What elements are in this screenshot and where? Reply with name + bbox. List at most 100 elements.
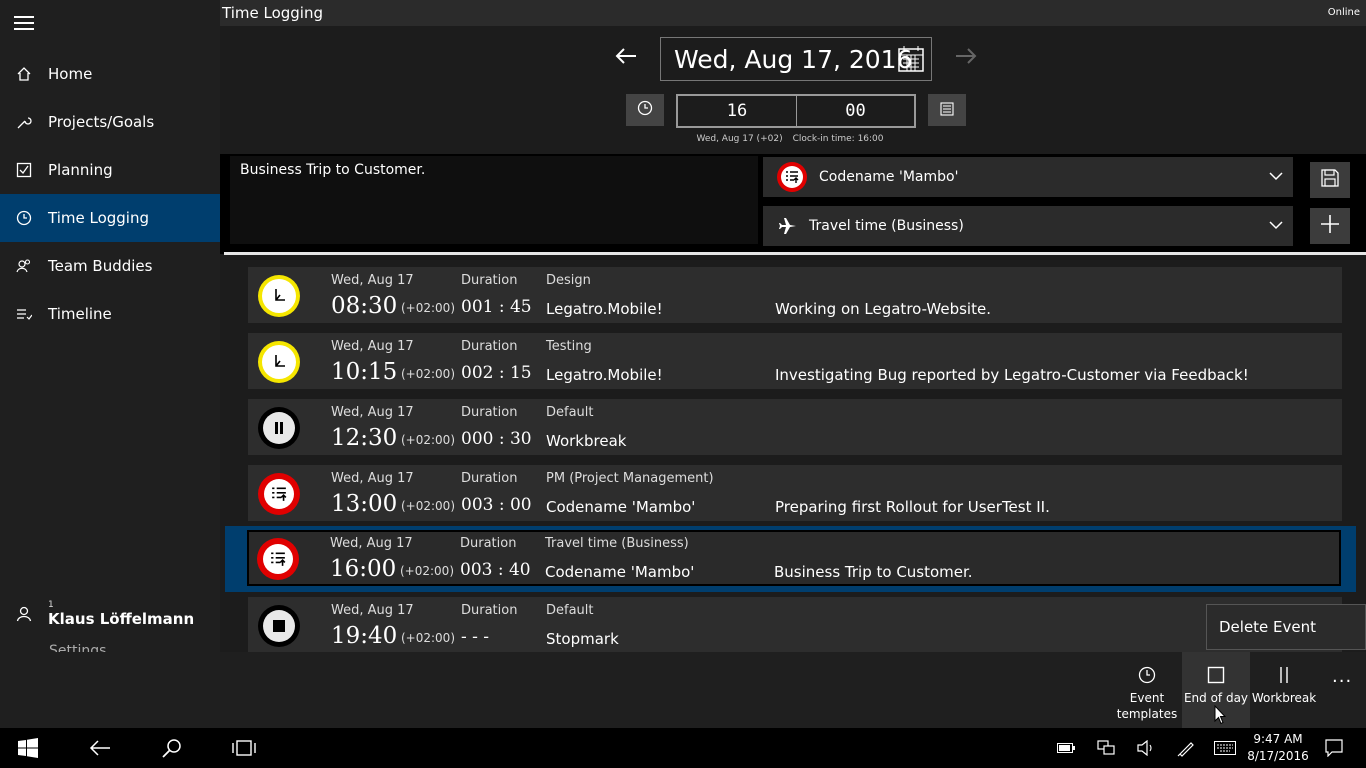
calculator-button[interactable] bbox=[928, 94, 966, 126]
event-editor: Business Trip to Customer. Codename 'Mam… bbox=[220, 154, 1366, 254]
category-select[interactable]: Travel time (Business) bbox=[763, 206, 1293, 246]
battery-icon[interactable] bbox=[1052, 728, 1080, 768]
clock-icon bbox=[637, 100, 653, 120]
clock-icon bbox=[1138, 666, 1156, 690]
hamburger-menu-icon[interactable] bbox=[14, 16, 34, 32]
end-of-day-label: End of day bbox=[1183, 691, 1249, 705]
event-row[interactable]: Wed, Aug 17 13:00 (+02:00) Duration 003 … bbox=[248, 465, 1342, 521]
next-day-arrow-icon[interactable] bbox=[954, 43, 978, 73]
save-icon bbox=[1320, 168, 1340, 192]
pause-icon bbox=[1275, 666, 1293, 690]
back-arrow-icon[interactable] bbox=[78, 728, 122, 768]
event-row-selected[interactable]: Wed, Aug 17 16:00 (+02:00) Duration 003 … bbox=[225, 526, 1356, 592]
event-project: Codename 'Mambo' bbox=[546, 498, 696, 516]
plus-icon bbox=[1320, 214, 1340, 238]
hours-field[interactable]: 16 bbox=[678, 96, 796, 126]
event-note: Working on Legatro-Website. bbox=[775, 300, 991, 318]
stop-icon bbox=[258, 605, 300, 647]
date-picker[interactable]: Wed, Aug 17, 2016 bbox=[660, 37, 932, 81]
event-start-time: 08:30 bbox=[331, 293, 398, 319]
pen-ink-icon[interactable] bbox=[1172, 728, 1200, 768]
now-button[interactable] bbox=[626, 94, 664, 126]
current-date: Wed, Aug 17, 2016 bbox=[674, 44, 913, 74]
event-category: Default bbox=[546, 603, 594, 618]
sidebar-item-planning[interactable]: Planning bbox=[0, 146, 220, 194]
event-category: Design bbox=[546, 273, 591, 288]
event-templates-button[interactable]: Event templates bbox=[1114, 652, 1180, 728]
sidebar-item-settings[interactable]: Settings bbox=[49, 644, 106, 652]
event-date: Wed, Aug 17 bbox=[330, 536, 413, 551]
event-category: PM (Project Management) bbox=[546, 471, 714, 486]
calendar-icon bbox=[897, 45, 925, 77]
mouse-pointer-icon bbox=[1214, 704, 1227, 729]
clockin-time: Clock-in time: 16:00 bbox=[792, 134, 884, 144]
project-icon bbox=[257, 538, 299, 580]
windows-start-icon[interactable] bbox=[0, 728, 56, 768]
event-row-body: Wed, Aug 17 16:00 (+02:00) Duration 003 … bbox=[247, 530, 1341, 586]
user-account[interactable]: 1 Klaus Löffelmann bbox=[0, 590, 220, 638]
touch-keyboard-icon[interactable] bbox=[1210, 728, 1240, 768]
event-date: Wed, Aug 17 bbox=[331, 273, 414, 288]
work-icon bbox=[258, 341, 300, 383]
time-input[interactable]: 16 00 bbox=[676, 94, 916, 128]
sidebar-item-timeline[interactable]: Timeline bbox=[0, 290, 220, 338]
sidebar-item-time-logging[interactable]: Time Logging bbox=[0, 194, 220, 242]
event-category: Travel time (Business) bbox=[545, 536, 689, 551]
chevron-down-icon bbox=[1269, 169, 1283, 185]
action-center-icon[interactable] bbox=[1320, 728, 1348, 768]
network-icon[interactable] bbox=[1092, 728, 1120, 768]
sidebar-item-label: Time Logging bbox=[48, 209, 149, 227]
event-start-time: 16:00 bbox=[330, 556, 397, 582]
event-project: Codename 'Mambo' bbox=[545, 563, 695, 581]
workbreak-button[interactable]: Workbreak bbox=[1252, 652, 1316, 728]
event-timezone: (+02:00) bbox=[401, 499, 455, 513]
duration-label: Duration bbox=[461, 339, 518, 354]
event-row[interactable]: Wed, Aug 17 08:30 (+02:00) Duration 001 … bbox=[248, 267, 1342, 323]
sidebar-item-team-buddies[interactable]: Team Buddies bbox=[0, 242, 220, 290]
sidebar-item-projects[interactable]: Projects/Goals bbox=[0, 98, 220, 146]
user-name: Klaus Löffelmann bbox=[48, 610, 195, 628]
previous-day-arrow-icon[interactable] bbox=[614, 43, 638, 73]
event-duration: 003 : 00 bbox=[461, 495, 532, 515]
chevron-down-icon bbox=[1269, 218, 1283, 234]
clockin-date: Wed, Aug 17 (+02) bbox=[696, 134, 783, 144]
command-bar: Event templates End of day Workbreak ... bbox=[0, 652, 1366, 728]
event-date: Wed, Aug 17 bbox=[331, 471, 414, 486]
event-project: Stopmark bbox=[546, 630, 619, 648]
description-input[interactable]: Business Trip to Customer. bbox=[230, 156, 758, 244]
editor-divider bbox=[224, 252, 1366, 255]
sidebar-item-label: Team Buddies bbox=[48, 257, 153, 275]
volume-icon[interactable] bbox=[1132, 728, 1160, 768]
task-view-icon[interactable] bbox=[222, 728, 266, 768]
project-icon bbox=[777, 162, 807, 192]
taskbar-clock[interactable]: 9:47 AM 8/17/2016 bbox=[1244, 731, 1312, 765]
event-row[interactable]: Wed, Aug 17 19:40 (+02:00) Duration - - … bbox=[248, 597, 1342, 652]
duration-label: Duration bbox=[461, 405, 518, 420]
windows-taskbar: 9:47 AM 8/17/2016 bbox=[0, 728, 1366, 768]
nav-pane: Home Projects/Goals Planning Time Loggin… bbox=[0, 0, 220, 652]
more-options-button[interactable]: ... bbox=[1332, 666, 1352, 687]
minutes-field[interactable]: 00 bbox=[796, 96, 914, 126]
project-select[interactable]: Codename 'Mambo' bbox=[763, 157, 1293, 197]
event-category: Testing bbox=[546, 339, 592, 354]
event-duration: 003 : 40 bbox=[460, 560, 531, 580]
event-list: Wed, Aug 17 08:30 (+02:00) Duration 001 … bbox=[220, 262, 1366, 652]
taskbar-time: 9:47 AM bbox=[1253, 732, 1303, 746]
event-row[interactable]: Wed, Aug 17 10:15 (+02:00) Duration 002 … bbox=[248, 333, 1342, 389]
clockin-info: Wed, Aug 17 (+02) Clock-in time: 16:00 bbox=[580, 134, 1000, 144]
duration-label: Duration bbox=[461, 273, 518, 288]
event-duration: 002 : 15 bbox=[461, 363, 532, 383]
search-icon[interactable] bbox=[150, 728, 194, 768]
duration-label: Duration bbox=[461, 471, 518, 486]
event-project: Legatro.Mobile! bbox=[546, 300, 663, 318]
add-event-button[interactable] bbox=[1310, 208, 1350, 244]
delete-event-menu-item[interactable]: Delete Event bbox=[1206, 604, 1366, 650]
save-button[interactable] bbox=[1310, 162, 1350, 198]
main-content: Wed, Aug 17, 2016 16 00 Wed, Aug 17 (+02… bbox=[220, 26, 1366, 652]
event-row[interactable]: Wed, Aug 17 12:30 (+02:00) Duration 000 … bbox=[248, 399, 1342, 455]
event-category: Default bbox=[546, 405, 594, 420]
connection-status: Online bbox=[1327, 7, 1360, 18]
calculator-icon bbox=[940, 101, 954, 120]
event-date: Wed, Aug 17 bbox=[331, 603, 414, 618]
sidebar-item-home[interactable]: Home bbox=[0, 50, 220, 98]
